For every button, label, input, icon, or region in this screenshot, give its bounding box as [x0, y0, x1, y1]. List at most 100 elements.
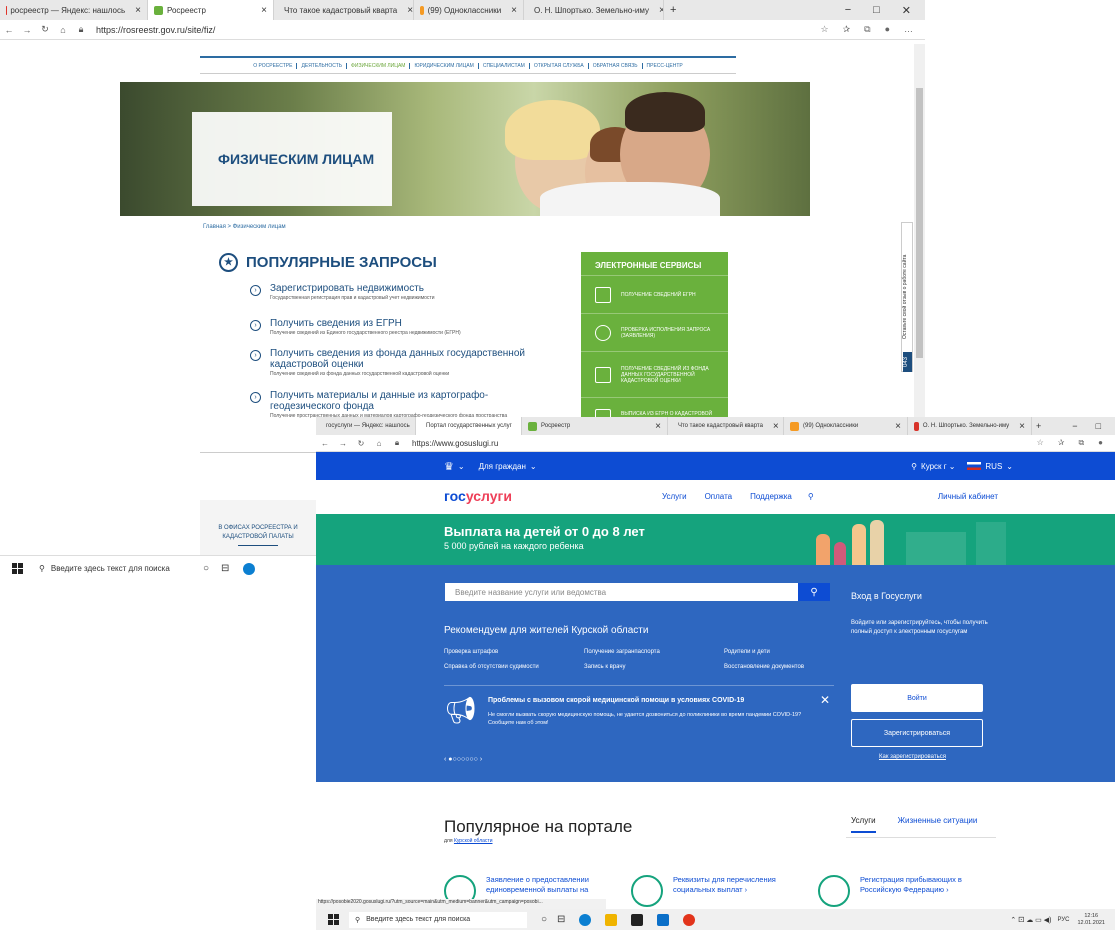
taskbar-search[interactable]: ⚲ Введите здесь текст для поиска [349, 911, 527, 928]
favorites-icon[interactable]: ✰ [1058, 438, 1065, 448]
tab-kvartal[interactable]: Что такое кадастровый кварта × [274, 0, 414, 20]
close-tab-icon[interactable]: × [401, 5, 413, 16]
nav-specialists[interactable]: СПЕЦИАЛИСТАМ [479, 62, 530, 69]
new-tab-button[interactable]: + [664, 4, 676, 16]
star-icon[interactable]: ☆ [821, 24, 829, 35]
yandex-browser-icon[interactable] [683, 913, 696, 926]
mail-icon[interactable] [657, 913, 670, 926]
more-icon[interactable]: … [904, 24, 913, 35]
minimize-button[interactable]: − [845, 4, 851, 17]
tab-shportko[interactable]: О. Н. Шпортько. Земельно-иму× [524, 0, 664, 20]
close-tab-icon[interactable]: × [255, 5, 267, 16]
menu-payment[interactable]: Оплата [705, 492, 733, 501]
region-link[interactable]: Курской области [454, 838, 493, 844]
tab-odnoklassniki[interactable]: (99) Одноклассники × [414, 0, 524, 20]
nav-feedback[interactable]: ОБРАТНАЯ СВЯЗЬ [589, 62, 643, 69]
tab-rosreestr[interactable]: Росреестр × [148, 0, 274, 20]
tray-icons[interactable]: ⌃ ⚀ ☁ ▭ ◀︎) [1010, 916, 1051, 924]
store-icon[interactable] [631, 913, 644, 926]
rec-link[interactable]: Проверка штрафов [444, 649, 498, 655]
carousel-dots[interactable]: ‹ ●○○○○○○ › [444, 756, 482, 763]
profile-icon[interactable]: ● [1098, 438, 1103, 448]
close-tab-icon[interactable]: × [505, 5, 517, 16]
popular-card[interactable]: Реквизиты для перечисления социальных вы… [631, 875, 801, 907]
service-item[interactable]: ПОЛУЧЕНИЕ СВЕДЕНИЙ ЕГРН [581, 276, 728, 314]
task-view-icon[interactable]: ⊟ [557, 914, 565, 925]
tab-services[interactable]: Услуги [851, 816, 876, 833]
back-icon[interactable]: ← [316, 439, 334, 448]
service-item[interactable]: ПРОВЕРКА ИСПОЛНЕНИЯ ЗАПРОСА (ЗАЯВЛЕНИЯ) [581, 314, 728, 352]
nav-individuals[interactable]: ФИЗИЧЕСКИМ ЛИЦАМ [347, 62, 411, 69]
feedback-tab[interactable]: Оставьте свой отзыв о работе сайта [901, 222, 913, 372]
task-view-icon[interactable]: ⊟ [221, 563, 229, 574]
forward-icon[interactable]: → [18, 25, 36, 35]
region-selector[interactable]: Курск г [921, 462, 947, 471]
maximize-button[interactable]: □ [1096, 421, 1101, 431]
register-button[interactable]: Зарегистрироваться [851, 719, 983, 747]
rec-link[interactable]: Родители и дети [724, 649, 770, 655]
language-selector[interactable]: RUS [985, 462, 1002, 471]
cabinet-link[interactable]: Личный кабинет [938, 492, 998, 501]
nav-activity[interactable]: ДЕЯТЕЛЬНОСТЬ [297, 62, 348, 69]
nav-press[interactable]: ПРЕСС-ЦЕНТР [643, 63, 687, 69]
query-item[interactable]: › Получить сведения из ЕГРН Получение свед… [250, 318, 550, 336]
tab-kvartal[interactable]: Что такое кадастровый кварта × [668, 417, 784, 435]
cortana-icon[interactable]: ○ [541, 914, 547, 925]
breadcrumb[interactable]: Главная > Физическим лицам [203, 224, 286, 230]
windows-start-icon[interactable] [328, 914, 339, 925]
how-to-register-link[interactable]: Как зарегистрироваться [879, 754, 946, 760]
profile-icon[interactable]: ● [885, 24, 890, 35]
citizens-selector[interactable]: Для граждан [479, 462, 526, 471]
edge-icon[interactable] [579, 913, 592, 926]
query-item[interactable]: › Получить сведения из фонда данных госуд… [250, 348, 550, 377]
rec-link[interactable]: Запись к врачу [584, 664, 626, 670]
query-item[interactable]: › Зарегистрировать недвижимость Государств… [250, 283, 550, 301]
nav-about[interactable]: О РОСРЕЕСТРЕ [249, 62, 298, 69]
nav-open-service[interactable]: ОТКРЫТАЯ СЛУЖБА [530, 62, 589, 69]
clock[interactable]: 12:16 12.01.2021 [1077, 913, 1105, 927]
search-icon[interactable]: ⚲ [808, 492, 814, 501]
home-icon[interactable]: ⌂ [370, 439, 388, 448]
favorites-icon[interactable]: ✰ [843, 24, 851, 35]
rec-link[interactable]: Справка об отсутствии судимости [444, 664, 539, 670]
explorer-icon[interactable] [605, 913, 618, 926]
refresh-icon[interactable]: ↻ [352, 439, 370, 448]
chevron-down-icon[interactable]: ⌄ [458, 462, 465, 471]
close-tab-icon[interactable]: × [653, 5, 663, 16]
maximize-button[interactable]: □ [873, 4, 880, 17]
rec-link[interactable]: Восстановление документов [724, 664, 804, 670]
rec-link[interactable]: Получение загранпаспорта [584, 649, 660, 655]
popular-card[interactable]: Регистрация прибывающих в Российскую Фед… [818, 875, 988, 907]
tab-yandex[interactable]: росреестр — Яндекс: нашлось × [0, 0, 148, 20]
gosuslugi-logo[interactable]: госуслуги [444, 488, 512, 504]
back-icon[interactable]: ← [0, 25, 18, 35]
url-field[interactable]: https://rosreestr.gov.ru/site/fiz/ [96, 25, 821, 35]
url-field[interactable]: https://www.gosuslugi.ru [412, 439, 1037, 448]
nav-legal[interactable]: ЮРИДИЧЕСКИМ ЛИЦАМ [410, 62, 479, 69]
cortana-icon[interactable]: ○ [203, 563, 209, 574]
taskbar-search[interactable]: ⚲ Введите здесь текст для поиска [33, 560, 185, 578]
star-icon[interactable]: ☆ [1037, 438, 1044, 448]
search-button[interactable]: ⚲ [798, 583, 830, 601]
refresh-icon[interactable]: ↻ [36, 24, 54, 35]
tab-shportko[interactable]: О. Н. Шпортько. Земельно-иму× [908, 417, 1032, 435]
office-link[interactable]: В ОФИСАХ РОСРЕЕСТРА И КАДАСТРОВОЙ ПАЛАТЫ [200, 500, 316, 556]
service-search-input[interactable]: Введите название услуги или ведомства ⚲ [444, 582, 831, 602]
menu-services[interactable]: Услуги [662, 492, 687, 501]
forward-icon[interactable]: → [334, 439, 352, 448]
menu-support[interactable]: Поддержка [750, 492, 792, 501]
edge-icon[interactable] [243, 562, 256, 575]
tab-life-situations[interactable]: Жизненные ситуации [898, 816, 978, 833]
service-item[interactable]: ПОЛУЧЕНИЕ СВЕДЕНИЙ ИЗ ФОНДА ДАННЫХ ГОСУД… [581, 352, 728, 398]
query-item[interactable]: › Получить материалы и данные из картогра… [250, 390, 550, 419]
tab-gosuslugi[interactable]: Портал государственных услуг× [416, 417, 522, 435]
tab-odnoklassniki[interactable]: (99) Одноклассники × [784, 417, 908, 435]
scrollbar-thumb[interactable] [916, 88, 923, 358]
new-tab-button[interactable]: + [1032, 421, 1041, 431]
windows-start-icon[interactable] [12, 563, 23, 574]
input-language[interactable]: РУС [1057, 917, 1069, 923]
close-tab-icon[interactable]: × [129, 5, 141, 16]
login-button[interactable]: Войти [851, 684, 983, 712]
minimize-button[interactable]: − [1072, 421, 1077, 431]
tab-rosreestr[interactable]: Росреестр × [522, 417, 668, 435]
